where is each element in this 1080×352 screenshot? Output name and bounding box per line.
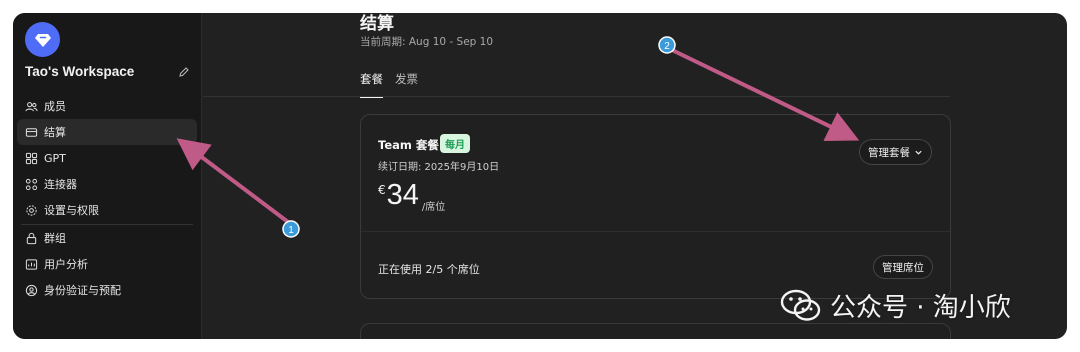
gear-icon [26, 204, 37, 216]
watermark: 公众号 · 淘小欣 [780, 287, 1011, 324]
plan-name: Team 套餐 [378, 138, 439, 152]
pencil-icon[interactable] [178, 66, 190, 78]
members-icon [25, 101, 38, 111]
sidebar-item-label: 结算 [44, 126, 66, 139]
analytics-icon [25, 258, 38, 270]
sidebar-nav: 成员 结算 GPT 连接器 设置与权限 群组 用户分析 身份验证与预配 [17, 93, 197, 303]
sidebar-item-billing[interactable]: 结算 [17, 119, 197, 145]
gpt-icon [25, 152, 38, 164]
plan-price: € 34 /席位 [378, 179, 445, 213]
sidebar-item-label: 设置与权限 [44, 204, 99, 217]
sidebar-item-settings[interactable]: 设置与权限 [17, 197, 197, 223]
sidebar-item-connectors[interactable]: 连接器 [17, 171, 197, 197]
card-divider [361, 231, 950, 232]
manage-plan-button[interactable]: 管理套餐 [859, 139, 932, 165]
sidebar-item-gpt[interactable]: GPT [17, 145, 197, 171]
seat-usage: 正在使用 2/5 个席位 [378, 263, 480, 276]
wechat-icon [780, 289, 821, 321]
sidebar-item-label: 连接器 [44, 178, 77, 191]
secondary-card [360, 323, 951, 339]
plan-card: Team 套餐 每月 续订日期: 2025年9月10日 € 34 /席位 管理套… [360, 114, 951, 299]
price-unit: /席位 [421, 202, 446, 213]
price-currency: € [378, 183, 386, 197]
sidebar-item-groups[interactable]: 群组 [17, 225, 197, 251]
sidebar-item-analytics[interactable]: 用户分析 [17, 251, 197, 277]
sidebar: Tao's Workspace 成员 结算 GPT 连接器 设置与权限 群组 用… [13, 13, 202, 339]
lock-icon [26, 232, 37, 244]
identity-icon [25, 284, 38, 296]
sidebar-item-label: 身份验证与预配 [44, 284, 121, 297]
sidebar-item-label: GPT [44, 151, 66, 165]
chevron-down-icon [915, 150, 922, 155]
page-title: 结算 [360, 14, 394, 34]
billing-period: 当前周期: Aug 10 - Sep 10 [360, 36, 494, 48]
manage-plan-label: 管理套餐 [868, 146, 910, 159]
watermark-text: 公众号 · 淘小欣 [830, 293, 1011, 323]
renewal-date: 续订日期: 2025年9月10日 [378, 162, 500, 173]
workspace-logo[interactable] [25, 22, 60, 57]
manage-seats-button[interactable]: 管理席位 [873, 255, 933, 279]
sidebar-item-label: 群组 [44, 232, 66, 245]
tab-plan[interactable]: 套餐 [360, 71, 383, 98]
tabs-divider [203, 96, 950, 97]
sidebar-item-members[interactable]: 成员 [17, 93, 197, 119]
tab-invoices[interactable]: 发票 [395, 71, 418, 98]
sidebar-item-label: 成员 [44, 100, 66, 113]
sidebar-item-label: 用户分析 [44, 258, 88, 271]
card-icon [25, 127, 38, 137]
tab-bar: 套餐 发票 [360, 71, 430, 98]
price-amount: 34 [386, 179, 419, 211]
connector-icon [25, 178, 38, 190]
workspace-name: Tao's Workspace [25, 64, 135, 79]
sidebar-item-identity[interactable]: 身份验证与预配 [17, 277, 197, 303]
billing-cycle-badge: 每月 [440, 134, 470, 153]
diamond-icon [34, 33, 51, 47]
